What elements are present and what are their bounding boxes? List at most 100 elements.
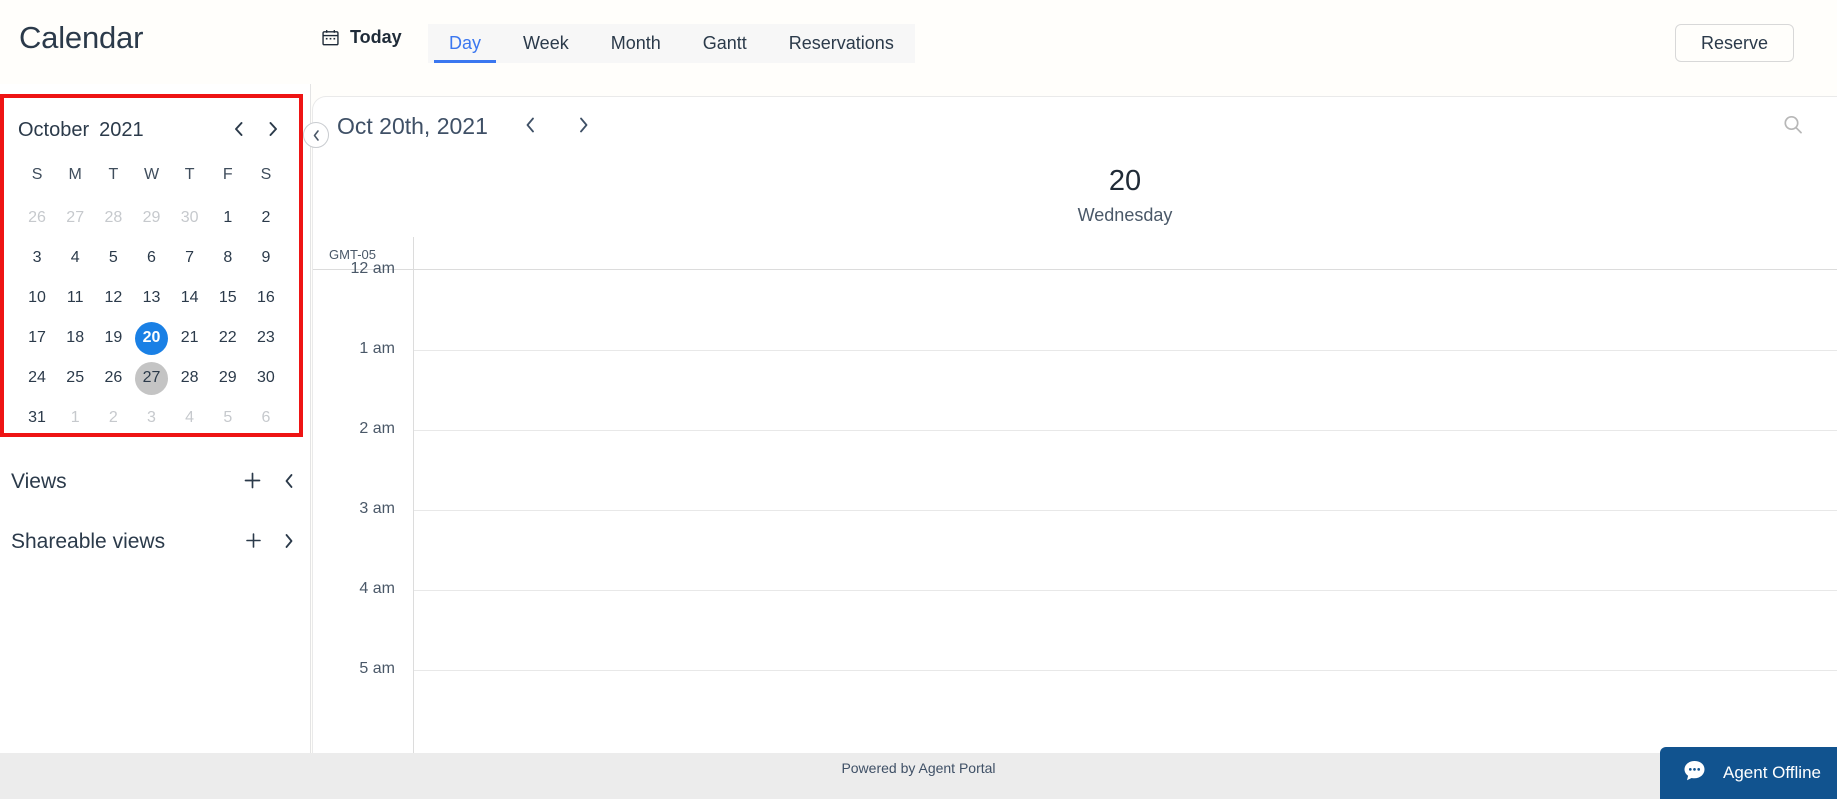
tab-month[interactable]: Month [590,24,682,63]
mini-calendar-day-6[interactable]: 6 [135,242,168,275]
mini-calendar-day-14[interactable]: 14 [173,282,206,315]
mini-calendar-cell: 28 [94,198,132,238]
collapse-sidebar-chevron-left-circle-icon[interactable] [303,122,329,148]
mini-calendar-cell: 8 [209,238,247,278]
shareable-views-label: Shareable views [11,530,166,553]
mini-calendar-day-28[interactable]: 28 [173,362,206,395]
mini-calendar-cell: 29 [209,358,247,398]
mini-calendar-cell: 27 [132,358,170,398]
shareable-views-expand-chevron-right-icon[interactable] [282,531,296,553]
mini-calendar-day-20[interactable]: 20 [134,321,168,355]
mini-calendar-cell: 11 [56,278,94,318]
mini-calendar-prev-month-chevron-left-icon[interactable] [231,119,246,141]
mini-calendar-day-19[interactable]: 19 [97,322,130,355]
mini-calendar-day-25[interactable]: 25 [59,362,92,395]
mini-calendar-day-21[interactable]: 21 [173,322,206,355]
current-date-title: Oct 20th, 2021 [337,112,488,139]
tab-week[interactable]: Week [502,24,590,63]
mini-calendar-cell: 17 [18,318,56,358]
mini-calendar-day-11[interactable]: 11 [59,282,92,315]
mini-calendar-cell: 7 [171,238,209,278]
add-shareable-view-plus-icon[interactable] [244,531,263,553]
mini-calendar-day-3[interactable]: 3 [21,242,54,275]
mini-calendar-cell: 12 [94,278,132,318]
tab-reservations[interactable]: Reservations [768,24,915,63]
mini-calendar-cell: 30 [171,198,209,238]
day-number: 20 [1108,165,1142,198]
mini-calendar-day-4[interactable]: 4 [59,242,92,275]
mini-calendar-day-13[interactable]: 13 [135,282,168,315]
mini-calendar-day-15[interactable]: 15 [211,282,244,315]
hour-rows: 12 am 1 am 2 am 3 am 4 am 5 am [313,260,1837,750]
mini-calendar-day-29[interactable]: 29 [211,362,244,395]
search-icon[interactable] [1781,113,1805,140]
mini-calendar-cell: 14 [171,278,209,318]
mini-calendar-day-31[interactable]: 31 [21,402,54,435]
mini-calendar-day-29[interactable]: 29 [135,202,168,235]
mini-calendar-day-9[interactable]: 9 [249,242,282,275]
mini-calendar-day-27[interactable]: 27 [134,361,168,395]
date-navigation-bar: Oct 20th, 2021 [313,97,1837,155]
mini-calendar-day-2[interactable]: 2 [249,202,282,235]
chat-status-label: Agent Offline [1723,763,1821,782]
mini-calendar-cell: 13 [132,278,170,318]
mini-calendar-day-30[interactable]: 30 [173,202,206,235]
mini-calendar-cell: 29 [132,198,170,238]
mini-calendar-highlight: October 2021 S M T W T F S 26 27 28 29 3… [0,94,303,437]
mini-calendar-day-8[interactable]: 8 [211,242,244,275]
dow-thu: T [184,166,195,183]
views-collapse-chevron-left-icon[interactable] [282,471,296,493]
mini-calendar-day-7[interactable]: 7 [173,242,206,275]
time-grid[interactable]: 12 am 1 am 2 am 3 am 4 am 5 am [313,260,1837,753]
mini-calendar-day-24[interactable]: 24 [21,362,54,395]
hour-gridline [413,510,1837,511]
mini-calendar-day-1[interactable]: 1 [59,402,92,435]
mini-calendar-day-6[interactable]: 6 [249,402,282,435]
add-view-plus-icon[interactable] [242,470,263,494]
mini-calendar-day-27[interactable]: 27 [59,202,92,235]
hour-row[interactable]: 5 am [313,660,1837,750]
mini-calendar-day-30[interactable]: 30 [249,362,282,395]
mini-calendar-day-4[interactable]: 4 [173,402,206,435]
mini-calendar-cell: 27 [56,198,94,238]
next-day-chevron-right-icon[interactable] [576,114,592,138]
left-sidebar: October 2021 S M T W T F S 26 27 28 29 3… [0,84,311,799]
hour-row[interactable]: 12 am [313,260,1837,350]
day-weekday-name: Wednesday [1077,204,1173,225]
hour-row[interactable]: 4 am [313,580,1837,670]
dow-sat: S [260,166,272,183]
tab-day[interactable]: Day [428,24,502,63]
timezone-divider [413,237,414,269]
mini-calendar-day-18[interactable]: 18 [59,322,92,355]
dow-wed: W [143,166,160,183]
hour-row[interactable]: 2 am [313,420,1837,510]
mini-calendar-day-3[interactable]: 3 [135,402,168,435]
mini-calendar-day-10[interactable]: 10 [21,282,54,315]
mini-calendar-day-12[interactable]: 12 [97,282,130,315]
mini-calendar-day-28[interactable]: 28 [97,202,130,235]
time-gutter-divider [413,270,414,753]
mini-calendar-day-2[interactable]: 2 [97,402,130,435]
mini-calendar-day-22[interactable]: 22 [211,322,244,355]
mini-calendar-next-month-chevron-right-icon[interactable] [266,119,281,141]
mini-calendar-day-17[interactable]: 17 [21,322,54,355]
today-button[interactable]: Today [322,27,402,48]
mini-calendar-year: 2021 [99,118,144,141]
mini-calendar-day-23[interactable]: 23 [249,322,282,355]
mini-calendar-day-5[interactable]: 5 [97,242,130,275]
hour-row[interactable]: 3 am [313,500,1837,590]
hour-gridline [413,670,1837,671]
tab-gantt[interactable]: Gantt [682,24,768,63]
mini-calendar-day-5[interactable]: 5 [211,402,244,435]
mini-calendar-header: October 2021 [18,108,285,152]
calendar-icon [322,29,339,46]
reserve-button[interactable]: Reserve [1674,24,1794,62]
chat-widget[interactable]: Agent Offline [1660,747,1837,799]
dow-tue: T [108,166,119,183]
mini-calendar-day-26[interactable]: 26 [97,362,130,395]
mini-calendar-day-1[interactable]: 1 [211,202,244,235]
hour-row[interactable]: 1 am [313,340,1837,430]
mini-calendar-day-16[interactable]: 16 [249,282,282,315]
previous-day-chevron-left-icon[interactable] [522,114,538,138]
mini-calendar-day-26[interactable]: 26 [21,202,54,235]
